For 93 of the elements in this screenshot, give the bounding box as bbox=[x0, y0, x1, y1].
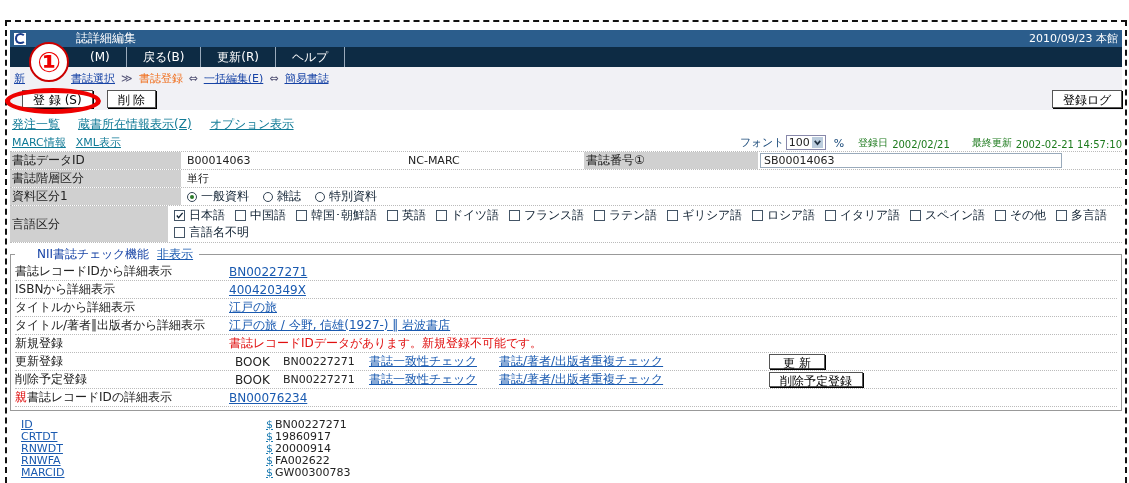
breadcrumb-separator: ⇔ bbox=[188, 72, 198, 85]
error-message: 書誌レコードIDデータがあります。新規登録不可能です。 bbox=[229, 335, 542, 352]
checkbox-option[interactable]: 言語名不明 bbox=[174, 224, 250, 241]
updated-date: 2002-02-21 14:57:10 bbox=[1015, 139, 1122, 150]
breadcrumb-link[interactable]: 簡易書誌 bbox=[284, 71, 329, 86]
subfield-sign: $ bbox=[266, 419, 273, 431]
app-logo-icon bbox=[14, 32, 26, 45]
field-label: 書誌番号① bbox=[584, 152, 758, 169]
percent-label: % bbox=[833, 137, 845, 150]
checkbox-option[interactable]: 多言語 bbox=[1056, 207, 1108, 224]
marc-value: 20000914 bbox=[275, 443, 331, 455]
checkbox-option[interactable]: スペイン語 bbox=[910, 207, 986, 224]
record-link[interactable]: 江戸の旅 bbox=[229, 299, 277, 316]
row-label: タイトル/著者‖出版者から詳細表示 bbox=[15, 317, 207, 334]
record-link[interactable]: BN00227271 bbox=[229, 264, 308, 279]
record-id: BN00227271 bbox=[283, 355, 356, 368]
field-label: 書誌階層区分 bbox=[10, 170, 181, 187]
record-id: BN00227271 bbox=[283, 373, 356, 386]
material-type: BOOK bbox=[235, 354, 271, 369]
checkbox-option[interactable]: ロシア語 bbox=[752, 207, 816, 224]
check-link[interactable]: 書誌一致性チェック bbox=[369, 371, 499, 388]
radio-option[interactable]: 一般資料 bbox=[187, 188, 249, 205]
registered-date: 2002/02/21 bbox=[892, 139, 950, 150]
caret-icon bbox=[811, 137, 823, 148]
nav-link[interactable]: オプション表示 bbox=[209, 116, 294, 133]
marc-value: GW00300783 bbox=[275, 467, 351, 479]
radio-option[interactable]: 雑誌 bbox=[263, 188, 301, 205]
row-label: ISBNから詳細表示 bbox=[15, 281, 117, 298]
checkbox-option[interactable]: 韓国･朝鮮語 bbox=[296, 207, 378, 224]
register-log-button[interactable]: 登録ログ bbox=[1052, 90, 1122, 108]
marc-value: 19860917 bbox=[275, 431, 331, 443]
field-value: 単行 bbox=[186, 171, 209, 186]
row-label: 更新登録 bbox=[15, 353, 64, 370]
panel-title: NII書誌チェック機能 bbox=[37, 246, 150, 263]
breadcrumb-separator: ⇔ bbox=[269, 72, 279, 85]
breadcrumb-link[interactable]: 新 bbox=[14, 71, 25, 86]
field-label: 言語区分 bbox=[10, 206, 169, 242]
field-value: NC-MARC bbox=[407, 154, 461, 167]
subfield-sign: $ bbox=[266, 431, 273, 443]
marc-tag-link[interactable]: CRTDT bbox=[21, 431, 266, 443]
checkbox-option[interactable]: 日本語 bbox=[174, 207, 226, 224]
checkbox-option[interactable]: イタリア語 bbox=[825, 207, 901, 224]
checkbox-option[interactable]: ドイツ語 bbox=[436, 207, 500, 224]
row-label: 書誌レコードIDから詳細表示 bbox=[15, 263, 173, 280]
delete-button[interactable]: 削 除 bbox=[106, 90, 157, 108]
checkbox-option[interactable]: その他 bbox=[995, 207, 1047, 224]
marc-tag-link[interactable]: MARCID bbox=[21, 467, 266, 479]
marc-tag-link[interactable]: RNWFA bbox=[21, 455, 266, 467]
field-value: B00014063 bbox=[186, 154, 252, 167]
row-label: 削除予定登録 bbox=[15, 371, 88, 388]
checkbox-option[interactable]: ラテン語 bbox=[594, 207, 658, 224]
checkbox-option[interactable]: 英語 bbox=[387, 207, 427, 224]
breadcrumb-link[interactable]: 一括編集(E) bbox=[203, 71, 264, 86]
material-type: BOOK bbox=[235, 372, 271, 387]
subfield-sign: $ bbox=[266, 443, 273, 455]
breadcrumb-link[interactable]: 書誌選択 bbox=[71, 71, 115, 86]
checkbox-option[interactable]: フランス語 bbox=[509, 207, 585, 224]
checkbox-option[interactable]: 中国語 bbox=[235, 207, 287, 224]
breadcrumb-current: 書誌登録 bbox=[138, 71, 183, 86]
check-link[interactable]: 書誌一致性チェック bbox=[369, 353, 499, 370]
date-branch-text: 2010/09/23 本館 bbox=[1029, 31, 1118, 46]
date-label: 登録日 bbox=[858, 136, 889, 150]
font-label: フォント bbox=[739, 135, 784, 150]
record-link[interactable]: 400420349X bbox=[229, 282, 306, 297]
row-label: タイトルから詳細表示 bbox=[15, 299, 136, 316]
checkbox-option[interactable]: ギリシア語 bbox=[667, 207, 743, 224]
row-label: 親書誌レコードIDの詳細表示 bbox=[15, 389, 173, 406]
nav-link[interactable]: XML表示 bbox=[75, 135, 121, 150]
action-button[interactable]: 削除予定登録 bbox=[769, 372, 863, 387]
nav-link[interactable]: 蔵書所在情報表示(Z) bbox=[78, 116, 192, 133]
action-button[interactable]: 更 新 bbox=[769, 354, 825, 369]
field-label: 資料区分1 bbox=[10, 188, 181, 205]
input-field[interactable]: SB00014063 bbox=[760, 153, 1062, 168]
nav-link[interactable]: 発注一覧 bbox=[12, 116, 60, 133]
record-link[interactable]: BN00076234 bbox=[229, 390, 308, 405]
marc-tag-link[interactable]: RNWDT bbox=[21, 443, 266, 455]
marc-value: FA002622 bbox=[275, 455, 330, 467]
subfield-sign: $ bbox=[266, 467, 273, 479]
window-title: 誌詳細編集 bbox=[76, 30, 136, 47]
subfield-sign: $ bbox=[266, 455, 273, 467]
field-label: 書誌データID bbox=[10, 152, 181, 169]
breadcrumb-separator: ≫ bbox=[121, 72, 133, 85]
row-label: 新規登録 bbox=[15, 335, 64, 352]
font-size-select[interactable]: 100 bbox=[785, 135, 826, 150]
nav-link[interactable]: MARC情報 bbox=[12, 135, 66, 150]
hide-link[interactable]: 非表示 bbox=[157, 246, 194, 263]
radio-option[interactable]: 特別資料 bbox=[315, 188, 377, 205]
check-link[interactable]: 書誌/著者/出版者重複チェック bbox=[499, 371, 769, 388]
marc-tag-link[interactable]: ID bbox=[21, 419, 266, 431]
marc-value: BN00227271 bbox=[275, 419, 347, 431]
check-link[interactable]: 書誌/著者/出版者重複チェック bbox=[499, 353, 769, 370]
date-label: 最終更新 bbox=[971, 136, 1012, 150]
record-link[interactable]: 江戸の旅 / 今野, 信雄(1927-) ‖ 岩波書店 bbox=[229, 317, 451, 334]
